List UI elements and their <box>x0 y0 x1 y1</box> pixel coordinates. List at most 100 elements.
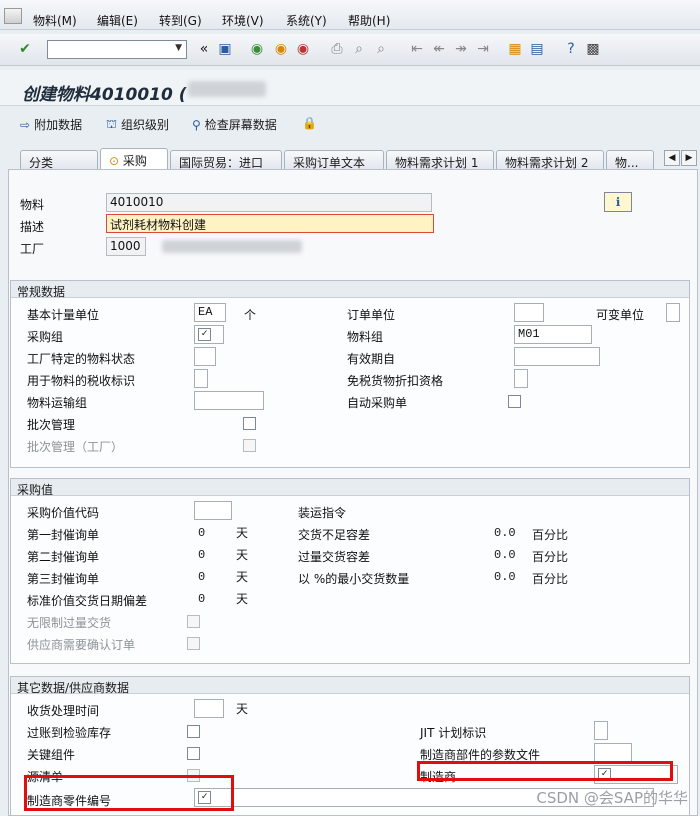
jit-indicator-label: JIT 计划标识 <box>420 726 487 740</box>
menu-bar: 物料(M) 编辑(E) 转到(G) 环境(V) 系统(Y) 帮助(H) <box>0 0 700 30</box>
tab-scroll-right-icon[interactable]: ▶ <box>681 150 697 166</box>
command-field[interactable]: ▼ <box>47 40 187 59</box>
mpn-profile-input[interactable] <box>594 743 632 762</box>
min-delivery-qty-unit: 百分比 <box>532 572 569 586</box>
tab-mrp2[interactable]: 物料需求计划 2 <box>496 150 604 170</box>
double-chevron-left-icon[interactable]: « <box>195 40 213 58</box>
org-structure-icon: ⛫ <box>106 116 118 131</box>
reminder3-unit: 天 <box>236 570 249 584</box>
tax-indicator-input[interactable] <box>194 369 208 388</box>
shortcut-icon[interactable]: ▤ <box>528 40 546 58</box>
tab-mrp1[interactable]: 物料需求计划 1 <box>386 150 494 170</box>
cancel-icon[interactable]: ◉ <box>294 40 312 58</box>
critical-part-label: 关键组件 <box>27 748 76 762</box>
menu-environment[interactable]: 环境(V) <box>222 12 264 29</box>
check-data-icon: ⚲ <box>192 117 201 132</box>
valid-from-label: 有效期自 <box>347 352 396 366</box>
cash-discount-label: 免税货物折扣资格 <box>347 374 444 388</box>
last-page-icon[interactable]: ⇥ <box>474 40 492 58</box>
menu-system[interactable]: 系统(Y) <box>286 12 327 29</box>
batch-management-checkbox[interactable] <box>243 417 256 430</box>
min-delivery-qty-value: 0.0 <box>494 570 516 584</box>
first-page-icon[interactable]: ⇤ <box>408 40 426 58</box>
info-icon[interactable]: ℹ <box>604 192 632 212</box>
help-icon[interactable]: ? <box>562 40 580 58</box>
org-levels-button[interactable]: ⛫ 组织级别 <box>106 116 169 133</box>
highlight-manufacturer <box>417 761 673 781</box>
order-unit-label: 订单单位 <box>347 308 396 322</box>
tab-strip: 分类 ⊙ 采购 国际贸易：进口 采购订单文本 物料需求计划 1 物料需求计划 2… <box>0 148 700 170</box>
order-unit-input[interactable] <box>514 303 544 322</box>
layout-menu-icon[interactable]: ▩ <box>584 40 602 58</box>
underdelivery-value: 0.0 <box>494 526 516 540</box>
variable-unit-input[interactable] <box>666 303 680 322</box>
freight-group-input[interactable] <box>194 391 264 410</box>
tab-label: 国际贸易：进口 <box>179 156 264 170</box>
tab-scroll-left-icon[interactable]: ◀ <box>664 150 680 166</box>
enter-check-icon[interactable]: ✔ <box>16 40 34 58</box>
tab-more[interactable]: 物... <box>606 150 654 170</box>
highlight-mpn <box>24 775 234 811</box>
reminder2-unit: 天 <box>236 548 249 562</box>
org-levels-label: 组织级别 <box>121 118 170 132</box>
description-input[interactable]: 试剂耗材物料创建 <box>106 214 434 233</box>
menu-help[interactable]: 帮助(H) <box>348 12 390 29</box>
freight-group-label: 物料运输组 <box>27 396 88 410</box>
auto-po-label: 自动采购单 <box>347 396 408 410</box>
application-toolbar: ⇨ 附加数据 ⛫ 组织级别 ⚲ 检查屏幕数据 🔒 <box>0 110 700 138</box>
group-title: 其它数据/供应商数据 <box>11 677 689 695</box>
group-title: 采购值 <box>11 479 689 497</box>
vendor-ack-checkbox <box>187 637 200 650</box>
redacted-title-suffix <box>188 81 266 97</box>
base-uom-input[interactable]: EA <box>194 303 226 322</box>
reminder2-label: 第二封催询单 <box>27 550 100 564</box>
auto-po-checkbox[interactable] <box>508 395 521 408</box>
lock-icon: 🔒 <box>302 116 317 130</box>
lock-button[interactable]: 🔒 <box>302 116 317 130</box>
menu-material[interactable]: 物料(M) <box>33 12 77 29</box>
post-to-inspection-checkbox[interactable] <box>187 725 200 738</box>
reminder1-unit: 天 <box>236 526 249 540</box>
material-group-input[interactable]: M01 <box>514 325 592 344</box>
material-field: 4010010 <box>106 193 432 212</box>
tab-foreign-trade-import[interactable]: 国际贸易：进口 <box>170 150 282 170</box>
std-deviation-value: 0 <box>198 592 206 606</box>
exit-icon[interactable]: ◉ <box>272 40 290 58</box>
sap-window-icon[interactable] <box>4 8 22 24</box>
purchasing-group-input[interactable]: ✓ <box>194 325 224 344</box>
new-session-icon[interactable]: ▦ <box>506 40 524 58</box>
value-key-input[interactable] <box>194 501 232 520</box>
menu-edit[interactable]: 编辑(E) <box>97 12 138 29</box>
valid-from-input[interactable] <box>514 347 600 366</box>
tab-label: 物... <box>615 156 639 170</box>
prev-page-icon[interactable]: ↞ <box>430 40 448 58</box>
description-label: 描述 <box>20 220 45 234</box>
menu-goto[interactable]: 转到(G) <box>159 12 202 29</box>
plant-material-status-input[interactable] <box>194 347 216 366</box>
tab-purchasing[interactable]: ⊙ 采购 <box>100 148 168 170</box>
additional-data-label: 附加数据 <box>34 118 83 132</box>
find-next-icon[interactable]: ⌕ <box>372 40 390 58</box>
reminder1-value: 0 <box>198 526 206 540</box>
critical-part-checkbox[interactable] <box>187 747 200 760</box>
print-icon[interactable]: ⎙ <box>328 40 346 58</box>
next-page-icon[interactable]: ↠ <box>452 40 470 58</box>
underdelivery-label: 交货不足容差 <box>298 528 371 542</box>
tab-classification[interactable]: 分类 <box>20 150 98 170</box>
tab-label: 分类 <box>29 156 54 170</box>
purchasing-group-label: 采购组 <box>27 330 64 344</box>
find-icon[interactable]: ⌕ <box>350 40 368 58</box>
gr-processing-time-input[interactable] <box>194 699 224 718</box>
back-icon[interactable]: ◉ <box>248 40 266 58</box>
material-group-label: 物料组 <box>347 330 384 344</box>
jit-indicator-input[interactable] <box>594 721 608 740</box>
check-screen-data-button[interactable]: ⚲ 检查屏幕数据 <box>192 116 277 133</box>
chevron-down-icon[interactable]: ▼ <box>175 43 182 53</box>
additional-data-button[interactable]: ⇨ 附加数据 <box>20 116 82 133</box>
material-label: 物料 <box>20 198 45 212</box>
tab-po-text[interactable]: 采购订单文本 <box>284 150 384 170</box>
post-to-inspection-label: 过账到检验库存 <box>27 726 112 740</box>
batch-management-plant-label: 批次管理（工厂） <box>27 440 124 454</box>
cash-discount-input[interactable] <box>514 369 528 388</box>
save-icon[interactable]: ▣ <box>216 40 234 58</box>
